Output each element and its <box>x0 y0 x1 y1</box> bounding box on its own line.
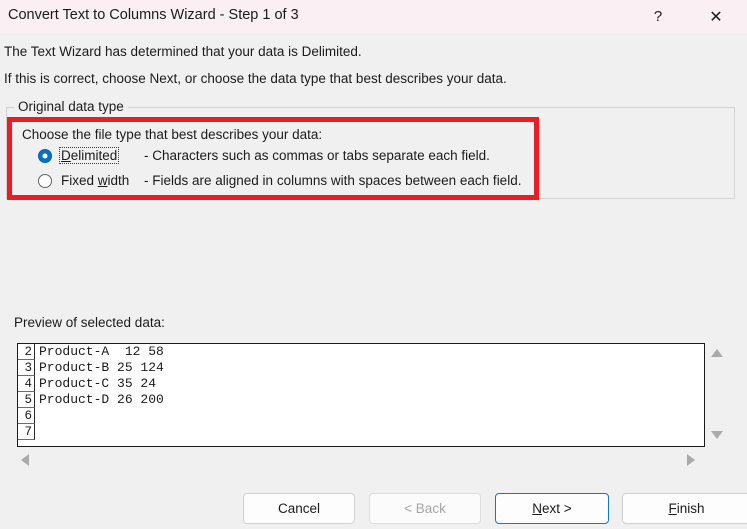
radio-delimited-label-rest: elimited <box>70 148 118 163</box>
back-button[interactable]: < Back <box>369 493 481 524</box>
radio-fixed-width-label: Fixed width <box>59 172 131 189</box>
preview-row-number: 5 <box>18 392 35 408</box>
radio-delimited-label: Delimited <box>59 147 120 164</box>
file-type-prompt: Choose the file type that best describes… <box>22 127 323 142</box>
triangle-up-icon[interactable] <box>711 349 723 357</box>
triangle-right-icon[interactable] <box>687 454 695 466</box>
preview-data-pane[interactable]: 2 Product-A 12 58 3 Product-B 25 124 4 Produc… <box>17 343 705 447</box>
preview-row-text <box>35 408 39 424</box>
preview-vertical-scrollbar[interactable] <box>706 343 730 447</box>
preview-row-text: Product-A 12 58 <box>39 344 164 359</box>
preview-row: 6 <box>18 408 164 424</box>
group-title: Original data type <box>14 99 128 114</box>
preview-row-text <box>35 424 39 440</box>
accelerator-w: w <box>97 173 108 188</box>
radio-option-delimited[interactable]: Delimited <box>38 147 120 164</box>
radio-delimited-description: - Characters such as commas or tabs sepa… <box>144 148 490 163</box>
accelerator-d: D <box>61 148 71 163</box>
preview-row: 4 Product-C 35 24 <box>18 376 164 392</box>
radio-option-fixed-width[interactable]: Fixed width <box>38 172 131 189</box>
radio-delimited-indicator[interactable] <box>38 148 52 163</box>
preview-label: Preview of selected data: <box>14 315 165 330</box>
preview-horizontal-scrollbar[interactable] <box>17 449 705 469</box>
instruction-line-2: If this is correct, choose Next, or choo… <box>4 71 507 86</box>
preview-row-text: Product-D 26 200 <box>39 392 164 407</box>
preview-row-number: 7 <box>18 424 35 440</box>
close-button[interactable]: ✕ <box>693 0 739 33</box>
radio-fixed-width-label-pre: Fixed <box>61 173 98 188</box>
preview-row-text: Product-B 25 124 <box>39 360 164 375</box>
preview-row: 7 <box>18 424 164 440</box>
preview-row: 3 Product-B 25 124 <box>18 360 164 376</box>
finish-button[interactable]: Finish <box>622 493 747 524</box>
radio-fixed-width-description: - Fields are aligned in columns with spa… <box>144 173 522 188</box>
window-title: Convert Text to Columns Wizard - Step 1 … <box>8 7 299 23</box>
next-button-label-rest: ext > <box>542 501 572 516</box>
accelerator-n: N <box>532 501 543 516</box>
finish-button-label-rest: inish <box>676 501 705 516</box>
triangle-left-icon[interactable] <box>21 454 29 466</box>
preview-row: 2 Product-A 12 58 <box>18 344 164 360</box>
preview-row-text: Product-C 35 24 <box>39 376 157 391</box>
radio-fixed-width-label-rest: idth <box>107 173 130 188</box>
preview-row-number: 4 <box>18 376 35 392</box>
preview-row: 5 Product-D 26 200 <box>18 392 164 408</box>
preview-rows: 2 Product-A 12 58 3 Product-B 25 124 4 Produc… <box>18 344 164 440</box>
help-button[interactable]: ? <box>635 0 681 33</box>
instruction-line-1: The Text Wizard has determined that your… <box>4 44 362 59</box>
preview-row-number: 6 <box>18 408 35 424</box>
preview-row-number: 3 <box>18 360 35 376</box>
triangle-down-icon[interactable] <box>711 431 723 439</box>
cancel-button[interactable]: Cancel <box>243 493 355 524</box>
accelerator-f: F <box>668 501 677 516</box>
next-button[interactable]: Next > <box>495 493 609 524</box>
radio-fixed-width-indicator[interactable] <box>38 173 52 188</box>
preview-row-number: 2 <box>18 344 35 360</box>
